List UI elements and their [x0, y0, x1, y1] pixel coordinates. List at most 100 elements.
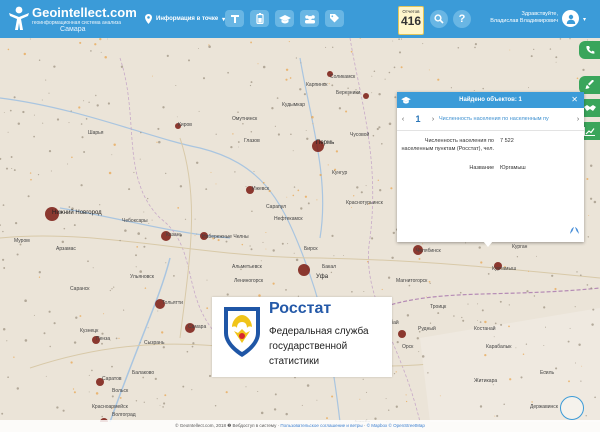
help-button[interactable]: ? — [453, 10, 471, 28]
settlement-dot — [90, 50, 92, 52]
settlement-dot — [78, 106, 81, 109]
settlement-dot — [139, 342, 141, 344]
tab-population[interactable]: Численность населения по населенным пу — [439, 116, 572, 122]
settlement-dot — [311, 115, 314, 119]
settlement-dot — [164, 394, 167, 397]
footer-agreement-link[interactable]: Пользовательское соглашение и ветры — [280, 423, 362, 428]
settlement-dot — [427, 372, 429, 374]
tab-scroll-right-icon[interactable]: › — [572, 116, 584, 123]
education-tool-button[interactable] — [275, 10, 294, 27]
settlement-dot — [437, 312, 440, 315]
settlement-dot — [0, 157, 2, 160]
settlement-dot — [392, 231, 395, 235]
settlement-dot — [422, 43, 424, 45]
map-label: Челябинск — [416, 248, 441, 254]
settlement-dot — [385, 398, 387, 400]
settlement-dot — [299, 88, 302, 91]
settlement-dot — [457, 47, 460, 49]
settlement-dot — [191, 345, 194, 348]
layers-tool-button[interactable] — [250, 10, 269, 27]
settlement-dot — [124, 229, 127, 232]
settlement-dot — [589, 197, 593, 200]
settlement-dot — [378, 92, 381, 96]
settlement-dot — [292, 194, 295, 197]
map-label: Карпинск — [306, 82, 328, 88]
page-number: 1 — [415, 114, 421, 124]
people-tool-button[interactable] — [300, 10, 319, 27]
close-icon[interactable]: ✕ — [571, 95, 578, 104]
settlement-dot — [400, 38, 403, 40]
settlement-dot — [522, 353, 525, 355]
settlement-dot — [365, 185, 367, 187]
avatar[interactable] — [562, 10, 579, 27]
settlement-dot — [594, 396, 596, 399]
text-tool-button[interactable] — [225, 10, 244, 27]
settlement-dot — [250, 81, 253, 84]
row-population-value: 7 522 — [500, 138, 514, 144]
settlement-dot — [373, 70, 376, 72]
settlement-dot — [376, 127, 379, 131]
map-label: Самара — [188, 324, 207, 330]
prev-page-icon[interactable]: ‹ — [397, 116, 409, 123]
expand-arrows-icon[interactable] — [569, 226, 580, 235]
settlement-dot — [151, 219, 153, 221]
settlement-dot — [342, 255, 344, 257]
map-label: Чебоксары — [122, 218, 148, 224]
settlement-dot — [582, 68, 585, 72]
settlement-dot — [398, 51, 402, 54]
settlement-dot — [253, 171, 255, 172]
tag-tool-button[interactable] — [325, 10, 344, 27]
settlement-dot — [422, 243, 424, 245]
settlement-dot — [363, 291, 365, 292]
settlement-dot — [48, 149, 52, 153]
settlement-dot — [285, 289, 287, 291]
settlement-dot — [99, 204, 101, 206]
group-icon — [304, 14, 315, 23]
map-label: Краснотурьинск — [346, 200, 383, 206]
current-city[interactable]: Самара — [60, 26, 86, 33]
settlement-dot — [286, 196, 288, 198]
settlement-dot — [544, 326, 547, 328]
side-button-layers[interactable] — [579, 41, 600, 59]
settlement-dot — [459, 291, 462, 294]
map-label: Ижевск — [252, 186, 270, 192]
settlement-dot — [67, 163, 69, 165]
settlement-dot — [176, 116, 178, 118]
user-icon — [566, 14, 575, 24]
settlement-dot — [395, 405, 398, 408]
settlement-dot — [111, 288, 113, 290]
point-info-dropdown[interactable]: Информация в точке ▾ — [145, 12, 225, 26]
map-label: Карабалык — [486, 344, 512, 350]
settlement-dot — [316, 399, 318, 401]
reports-counter[interactable]: Отчетов 416 — [398, 6, 424, 35]
map-label: Есиль — [540, 370, 555, 376]
settlement-dot — [586, 284, 589, 286]
settlement-dot — [371, 75, 373, 77]
map-zoom-control[interactable] — [560, 396, 584, 420]
map-label: Омутнинск — [232, 116, 258, 122]
map-label: Тольятти — [162, 300, 183, 306]
next-page-icon[interactable]: › — [427, 116, 439, 123]
settlement-dot — [465, 242, 467, 244]
user-greeting[interactable]: Здравствуйте, Владислав Владимирович — [490, 11, 558, 25]
settlement-dot — [111, 154, 113, 156]
settlement-dot — [353, 195, 355, 197]
search-button[interactable] — [430, 10, 448, 28]
footer-attribution-link[interactable]: © Mapbox © OpenStreetMap — [367, 423, 425, 428]
settlement-dot — [508, 325, 510, 328]
settlement-dot — [351, 206, 352, 208]
settlement-dot — [527, 270, 530, 272]
settlement-dot — [249, 245, 251, 247]
chevron-down-icon[interactable]: ▾ — [583, 16, 586, 23]
settlement-dot — [528, 87, 529, 89]
map-label: Альметьевск — [232, 264, 262, 270]
map-label: Балаково — [132, 370, 155, 376]
settlement-dot — [73, 341, 77, 344]
settlement-dot — [304, 195, 308, 198]
settlement-dot — [119, 239, 121, 242]
settlement-dot — [108, 171, 112, 175]
settlement-dot — [120, 65, 124, 68]
settlement-dot — [265, 232, 267, 233]
settlement-dot — [480, 261, 483, 264]
settlement-dot — [515, 347, 517, 349]
